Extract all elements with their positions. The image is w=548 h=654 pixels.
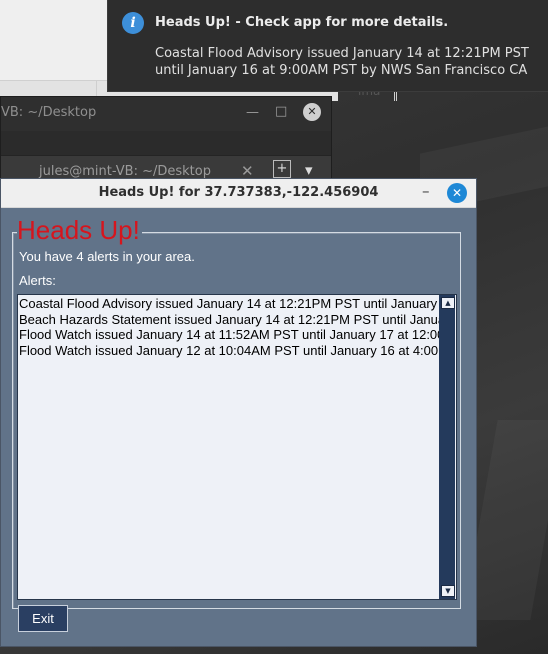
alert-item[interactable]: Beach Hazards Statement issued January 1…: [19, 312, 439, 328]
desktop-notification[interactable]: i Heads Up! - Check app for more details…: [107, 0, 548, 92]
terminal-title: VB: ~/Desktop: [1, 105, 97, 120]
info-icon: i: [122, 12, 144, 34]
scroll-up-arrow-icon[interactable]: ▲: [441, 297, 455, 309]
terminal-close-button[interactable]: ✕: [303, 103, 321, 121]
new-tab-button[interactable]: +: [273, 160, 291, 178]
alert-item[interactable]: Flood Watch issued January 12 at 10:04AM…: [19, 343, 439, 359]
terminal-titlebar[interactable]: VB: ~/Desktop — □ ✕: [1, 97, 331, 131]
notification-summary: Heads Up! - Check app for more details.: [155, 15, 449, 30]
terminal-minimize-button[interactable]: —: [246, 105, 259, 120]
alert-item[interactable]: Coastal Flood Advisory issued January 14…: [19, 296, 439, 312]
terminal-maximize-button[interactable]: □: [275, 104, 287, 119]
background-terminal-window[interactable]: VB: ~/Desktop — □ ✕ jules@mint-VB: ~/Des…: [0, 96, 332, 188]
minimize-button[interactable]: –: [422, 182, 430, 200]
alerts-scrollbar[interactable]: ▲ ▼: [439, 295, 455, 599]
alert-count-text: You have 4 alerts in your area.: [19, 249, 195, 264]
terminal-menu-button[interactable]: ▾: [305, 161, 313, 179]
dialog-title: Heads Up! for 37.737383,-122.456904: [98, 185, 379, 200]
close-button[interactable]: ✕: [447, 183, 467, 203]
scroll-down-arrow-icon[interactable]: ▼: [441, 585, 455, 597]
alert-list: Coastal Flood Advisory issued January 14…: [19, 296, 439, 358]
heads-up-dialog: Heads Up! for 37.737383,-122.456904 – ✕ …: [0, 178, 477, 647]
alerts-label: Alerts:: [19, 273, 56, 288]
terminal-tab-title[interactable]: jules@mint-VB: ~/Desktop: [39, 164, 211, 179]
alerts-listbox[interactable]: Coastal Flood Advisory issued January 14…: [17, 294, 457, 600]
alert-item[interactable]: Flood Watch issued January 14 at 11:52AM…: [19, 327, 439, 343]
notification-body: Coastal Flood Advisory issued January 14…: [155, 46, 529, 78]
heads-up-heading: Heads Up!: [17, 215, 142, 245]
dialog-titlebar[interactable]: Heads Up! for 37.737383,-122.456904 – ✕: [1, 179, 476, 208]
exit-button[interactable]: Exit: [18, 605, 68, 632]
